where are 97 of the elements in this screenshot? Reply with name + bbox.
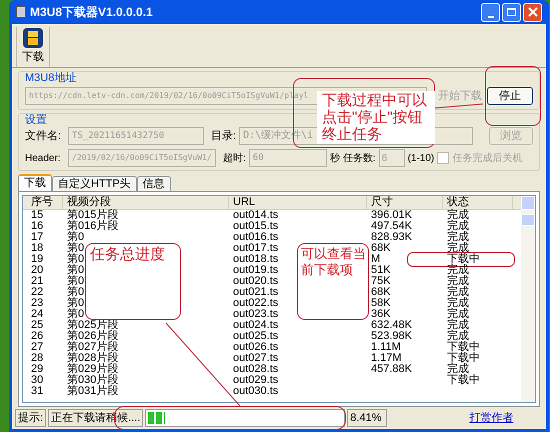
table-cell: 828.93K	[371, 231, 412, 243]
table-cell: 31	[31, 385, 44, 397]
group-title: M3U8地址	[25, 72, 76, 85]
table-cell: 26	[31, 330, 44, 342]
table-cell: 23	[31, 297, 44, 309]
table-cell: out028.ts	[233, 363, 278, 375]
table-cell: 下载中	[447, 341, 480, 353]
table-cell: out019.ts	[233, 264, 278, 276]
table-cell: 第0	[67, 275, 84, 287]
table-cell: out026.ts	[233, 341, 278, 353]
progress-reading: 8.41%	[347, 409, 388, 427]
table-cell: 完成	[447, 242, 469, 254]
table-cell: 第026片段	[67, 330, 118, 342]
range-label: (1-10)	[408, 152, 434, 166]
table-cell: 完成	[447, 297, 469, 309]
table-cell: out017.ts	[233, 242, 278, 254]
table-cell: out015.ts	[233, 220, 278, 232]
table-cell: 完成	[447, 319, 469, 331]
table-cell: 第027片段	[67, 341, 118, 353]
table-cell: out029.ts	[233, 374, 278, 386]
table-cell: 16	[31, 220, 44, 232]
table-cell: 457.88K	[371, 363, 412, 375]
table-cell: out018.ts	[233, 253, 278, 265]
field-label: Header:	[25, 152, 62, 166]
table-cell: 632.48K	[371, 319, 412, 331]
field-label: 目录:	[211, 128, 236, 144]
table-cell: out022.ts	[233, 297, 278, 309]
table-cell: 51K	[371, 264, 391, 276]
field-label: 任务数:	[342, 152, 376, 166]
table-cell: M	[371, 253, 380, 265]
table-cell: 25	[31, 319, 44, 331]
table-cell: 第031片段	[67, 385, 118, 397]
table-cell: 第030片段	[67, 374, 118, 386]
table-cell: 第029片段	[67, 363, 118, 375]
table-cell: 完成	[447, 209, 469, 221]
table-cell: 完成	[447, 286, 469, 298]
table-cell: 19	[31, 253, 44, 265]
table-cell: 1.11M	[371, 341, 401, 353]
table-cell: out030.ts	[233, 385, 278, 397]
table-cell: 第0	[67, 264, 84, 276]
table-cell: out023.ts	[233, 308, 278, 320]
table-cell: 75K	[371, 275, 391, 287]
table-cell: 29	[31, 363, 44, 375]
table-cell: 完成	[447, 308, 469, 320]
table-cell: 15	[31, 209, 44, 221]
table-cell: 497.54K	[371, 220, 412, 232]
table-cell: out024.ts	[233, 319, 278, 331]
table-cell: 68K	[371, 286, 391, 298]
table-cell: 完成	[447, 264, 469, 276]
table-cell: out014.ts	[233, 209, 278, 221]
table-cell: out016.ts	[233, 231, 278, 243]
table-cell: 58K	[371, 297, 391, 309]
table-cell: 第0	[67, 286, 84, 298]
hint-label: 提示:	[15, 409, 46, 427]
table-cell: 第016片段	[67, 220, 118, 232]
callout-tooltip: 下载过程中可以点击"停止"按钮终止任务	[317, 91, 435, 144]
window-title: M3U8下载器V1.0.0.0.1	[30, 4, 153, 21]
table-cell: 下载中	[447, 253, 480, 265]
table-cell: 17	[31, 231, 44, 243]
table-cell: 68K	[371, 242, 391, 254]
field-label: 超时:	[223, 152, 246, 166]
table-cell: 完成	[447, 363, 469, 375]
table-cell: 24	[31, 308, 44, 320]
callout-text: 可以查看当前下载项	[301, 246, 367, 278]
table-cell: 第0	[67, 297, 84, 309]
table-cell: 21	[31, 275, 44, 287]
table-cell: out025.ts	[233, 330, 278, 342]
table-cell: 第028片段	[67, 352, 118, 364]
table-cell: 完成	[447, 231, 469, 243]
group-title: 设置	[25, 114, 47, 127]
checkbox-label: 任务完成后关机	[452, 152, 522, 166]
callout-text: 任务总进度	[90, 246, 165, 264]
table-cell: 第015片段	[67, 209, 118, 221]
table-cell: 523.98K	[371, 330, 412, 342]
table-cell: 396.01K	[371, 209, 412, 221]
field-label: 文件名:	[25, 128, 62, 144]
table-cell: 36K	[371, 308, 391, 320]
table-cell: 28	[31, 352, 44, 364]
table-cell: 第0	[67, 242, 84, 254]
table-cell: 第0	[67, 308, 84, 320]
table-cell: out027.ts	[233, 352, 278, 364]
table-cell: 30	[31, 374, 44, 386]
table-cell: 1.17M	[371, 352, 402, 364]
table-cell: 20	[31, 264, 44, 276]
table-cell: 下载中	[447, 374, 480, 386]
table-cell: out020.ts	[233, 275, 278, 287]
table-cell: 第0	[67, 231, 84, 243]
table-cell: 下载中	[447, 352, 480, 364]
table-cell: 完成	[447, 220, 469, 232]
table-cell: 22	[31, 286, 44, 298]
table-cell: 完成	[447, 275, 469, 287]
table-cell: 第0	[67, 253, 84, 265]
table-cell: 18	[31, 242, 44, 254]
field-label: 秒	[330, 152, 340, 166]
table-cell: 27	[31, 341, 44, 353]
table-cell: 完成	[447, 330, 469, 342]
table-cell: out021.ts	[233, 286, 278, 298]
